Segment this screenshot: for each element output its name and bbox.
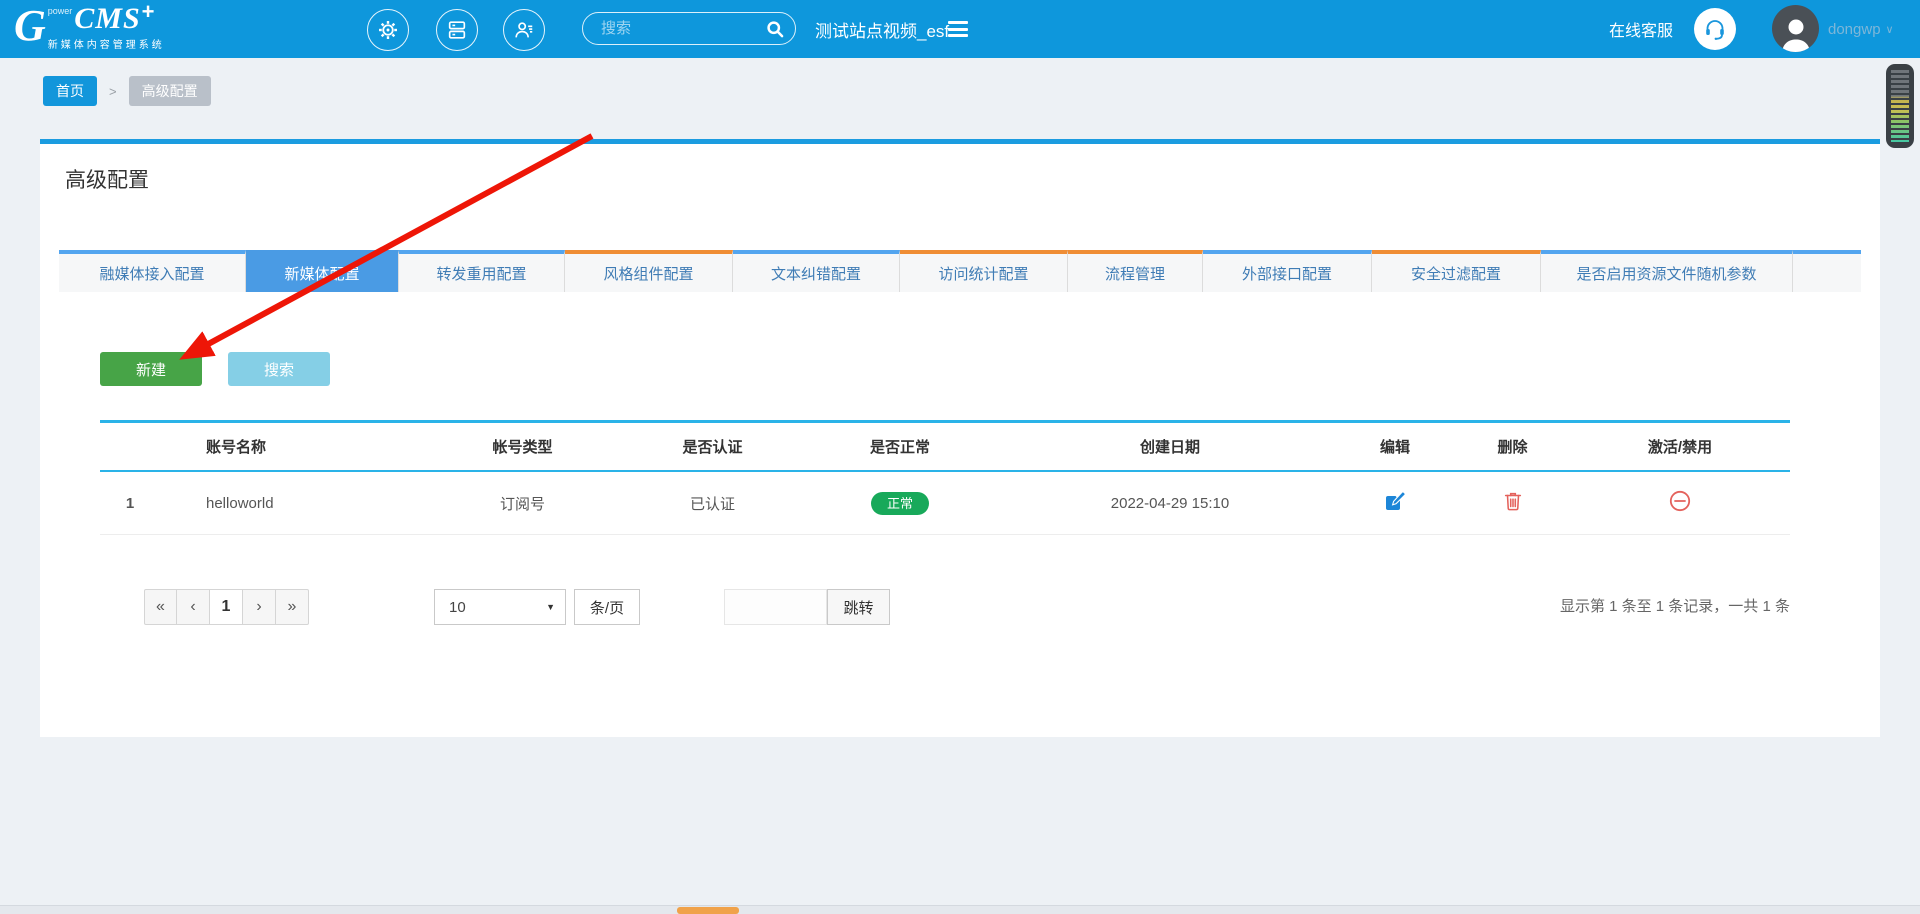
page-size-value: 10: [449, 598, 466, 616]
headset-icon[interactable]: [1694, 8, 1736, 50]
site-title[interactable]: 测试站点视频_esf ...: [815, 0, 968, 58]
tab-resource-random-param[interactable]: 是否启用资源文件随机参数: [1541, 250, 1793, 292]
col-activate-header: 激活/禁用: [1570, 421, 1790, 472]
certified-cell: 已认证: [630, 471, 795, 535]
last-page-button[interactable]: »: [276, 589, 309, 625]
select-caret-icon: ▼: [546, 602, 555, 612]
breadcrumb-current[interactable]: 高级配置: [128, 76, 211, 106]
breadcrumb-home[interactable]: 首页: [43, 76, 97, 106]
prev-page-button[interactable]: ‹: [177, 589, 210, 625]
created-date-cell: 2022-04-29 15:10: [1005, 471, 1335, 535]
page-1-button[interactable]: 1: [210, 589, 243, 625]
tab-bar: 融媒体接入配置 新媒体配置 转发重用配置 风格组件配置 文本纠错配置 访问统计配…: [59, 250, 1861, 292]
pager: « ‹ 1 › »: [144, 589, 309, 625]
jump-page-input[interactable]: [724, 589, 827, 625]
search-input[interactable]: [599, 19, 765, 38]
user-menu[interactable]: dongwp ∨: [1828, 0, 1894, 58]
page-size-select[interactable]: 10 ▼: [434, 589, 566, 625]
online-support-label[interactable]: 在线客服: [1609, 0, 1673, 58]
caret-down-icon: ∨: [1885, 23, 1894, 36]
menu-icon[interactable]: [948, 21, 968, 41]
tab-filler: [1793, 250, 1861, 292]
avatar[interactable]: [1772, 5, 1819, 52]
edit-icon[interactable]: [1383, 489, 1407, 517]
col-certified-header: 是否认证: [630, 421, 795, 472]
logo-text: power CMS + 新媒体内容管理系统: [47, 0, 165, 52]
tab-forward-reuse-config[interactable]: 转发重用配置: [399, 250, 565, 292]
edit-cell: [1335, 471, 1455, 535]
status-cell: 正常: [795, 471, 1005, 535]
logo-plus: +: [141, 0, 155, 24]
breadcrumb: 首页 > 高级配置: [43, 76, 211, 106]
pagination: « ‹ 1 › » 10 ▼ 条/页 跳转 显示第 1 条至 1 条记录，一共 …: [100, 587, 1790, 629]
disable-icon[interactable]: [1668, 489, 1692, 517]
logo-subtitle: 新媒体内容管理系统: [47, 40, 165, 51]
status-badge: 正常: [870, 491, 929, 515]
page-title: 高级配置: [65, 169, 149, 192]
tab-style-component-config[interactable]: 风格组件配置: [565, 250, 733, 292]
next-page-button[interactable]: ›: [243, 589, 276, 625]
col-index-header: [100, 421, 160, 472]
app: G power CMS + 新媒体内容管理系统 搜索 测试站点视频_esf ..…: [0, 0, 1920, 914]
table-row: 1 helloworld 订阅号 已认证 正常 2022-04-29 15:10: [100, 471, 1790, 535]
accounts-table: 账号名称 帐号类型 是否认证 是否正常 创建日期 编辑 删除 激活/禁用 1 h…: [100, 420, 1790, 535]
search-icon[interactable]: [765, 19, 785, 39]
breadcrumb-separator: >: [109, 83, 117, 99]
table-header-row: 账号名称 帐号类型 是否认证 是否正常 创建日期 编辑 删除 激活/禁用: [100, 421, 1790, 472]
row-index: 1: [100, 471, 160, 535]
user-admin-icon[interactable]: [503, 9, 545, 51]
col-delete-header: 删除: [1455, 421, 1570, 472]
horizontal-scrollbar[interactable]: [0, 905, 1920, 914]
global-search: [582, 12, 796, 45]
delete-cell: [1455, 471, 1570, 535]
scroll-meter-bars: [1891, 70, 1909, 142]
tab-converged-media-config[interactable]: 融媒体接入配置: [59, 250, 246, 292]
modules-icon[interactable]: [436, 9, 478, 51]
new-button[interactable]: 新建: [100, 352, 202, 386]
activate-cell: [1570, 471, 1790, 535]
per-page-label: 条/页: [574, 589, 640, 625]
settings-icon[interactable]: [367, 9, 409, 51]
logo-g-icon: G: [14, 1, 46, 50]
account-type-cell: 订阅号: [415, 471, 630, 535]
col-created-header: 创建日期: [1005, 421, 1335, 472]
logo[interactable]: G power CMS + 新媒体内容管理系统: [14, 0, 165, 52]
account-name-cell: helloworld: [160, 471, 415, 535]
top-header: G power CMS + 新媒体内容管理系统 搜索 测试站点视频_esf ..…: [0, 0, 1920, 58]
col-account-name-header: 账号名称: [160, 421, 415, 472]
logo-power-label: power: [47, 6, 73, 16]
col-edit-header: 编辑: [1335, 421, 1455, 472]
tab-new-media-config[interactable]: 新媒体配置: [246, 250, 399, 292]
first-page-button[interactable]: «: [144, 589, 177, 625]
scroll-meter-widget: [1886, 64, 1914, 148]
record-summary: 显示第 1 条至 1 条记录，一共 1 条: [1559, 598, 1790, 615]
username-label: dongwp: [1828, 20, 1881, 38]
tab-visit-stats-config[interactable]: 访问统计配置: [900, 250, 1068, 292]
main-panel: 高级配置 融媒体接入配置 新媒体配置 转发重用配置 风格组件配置 文本纠错配置 …: [40, 139, 1880, 737]
col-status-header: 是否正常: [795, 421, 1005, 472]
search-button[interactable]: 搜索: [228, 352, 330, 386]
tab-text-correction-config[interactable]: 文本纠错配置: [733, 250, 900, 292]
tab-external-api-config[interactable]: 外部接口配置: [1203, 250, 1372, 292]
tab-security-filter-config[interactable]: 安全过滤配置: [1372, 250, 1541, 292]
jump-button[interactable]: 跳转: [827, 589, 890, 625]
delete-icon[interactable]: [1502, 490, 1524, 516]
logo-brand: CMS: [74, 2, 141, 35]
tab-workflow-management[interactable]: 流程管理: [1068, 250, 1203, 292]
col-account-type-header: 帐号类型: [415, 421, 630, 472]
horizontal-scrollbar-thumb[interactable]: [677, 907, 739, 914]
